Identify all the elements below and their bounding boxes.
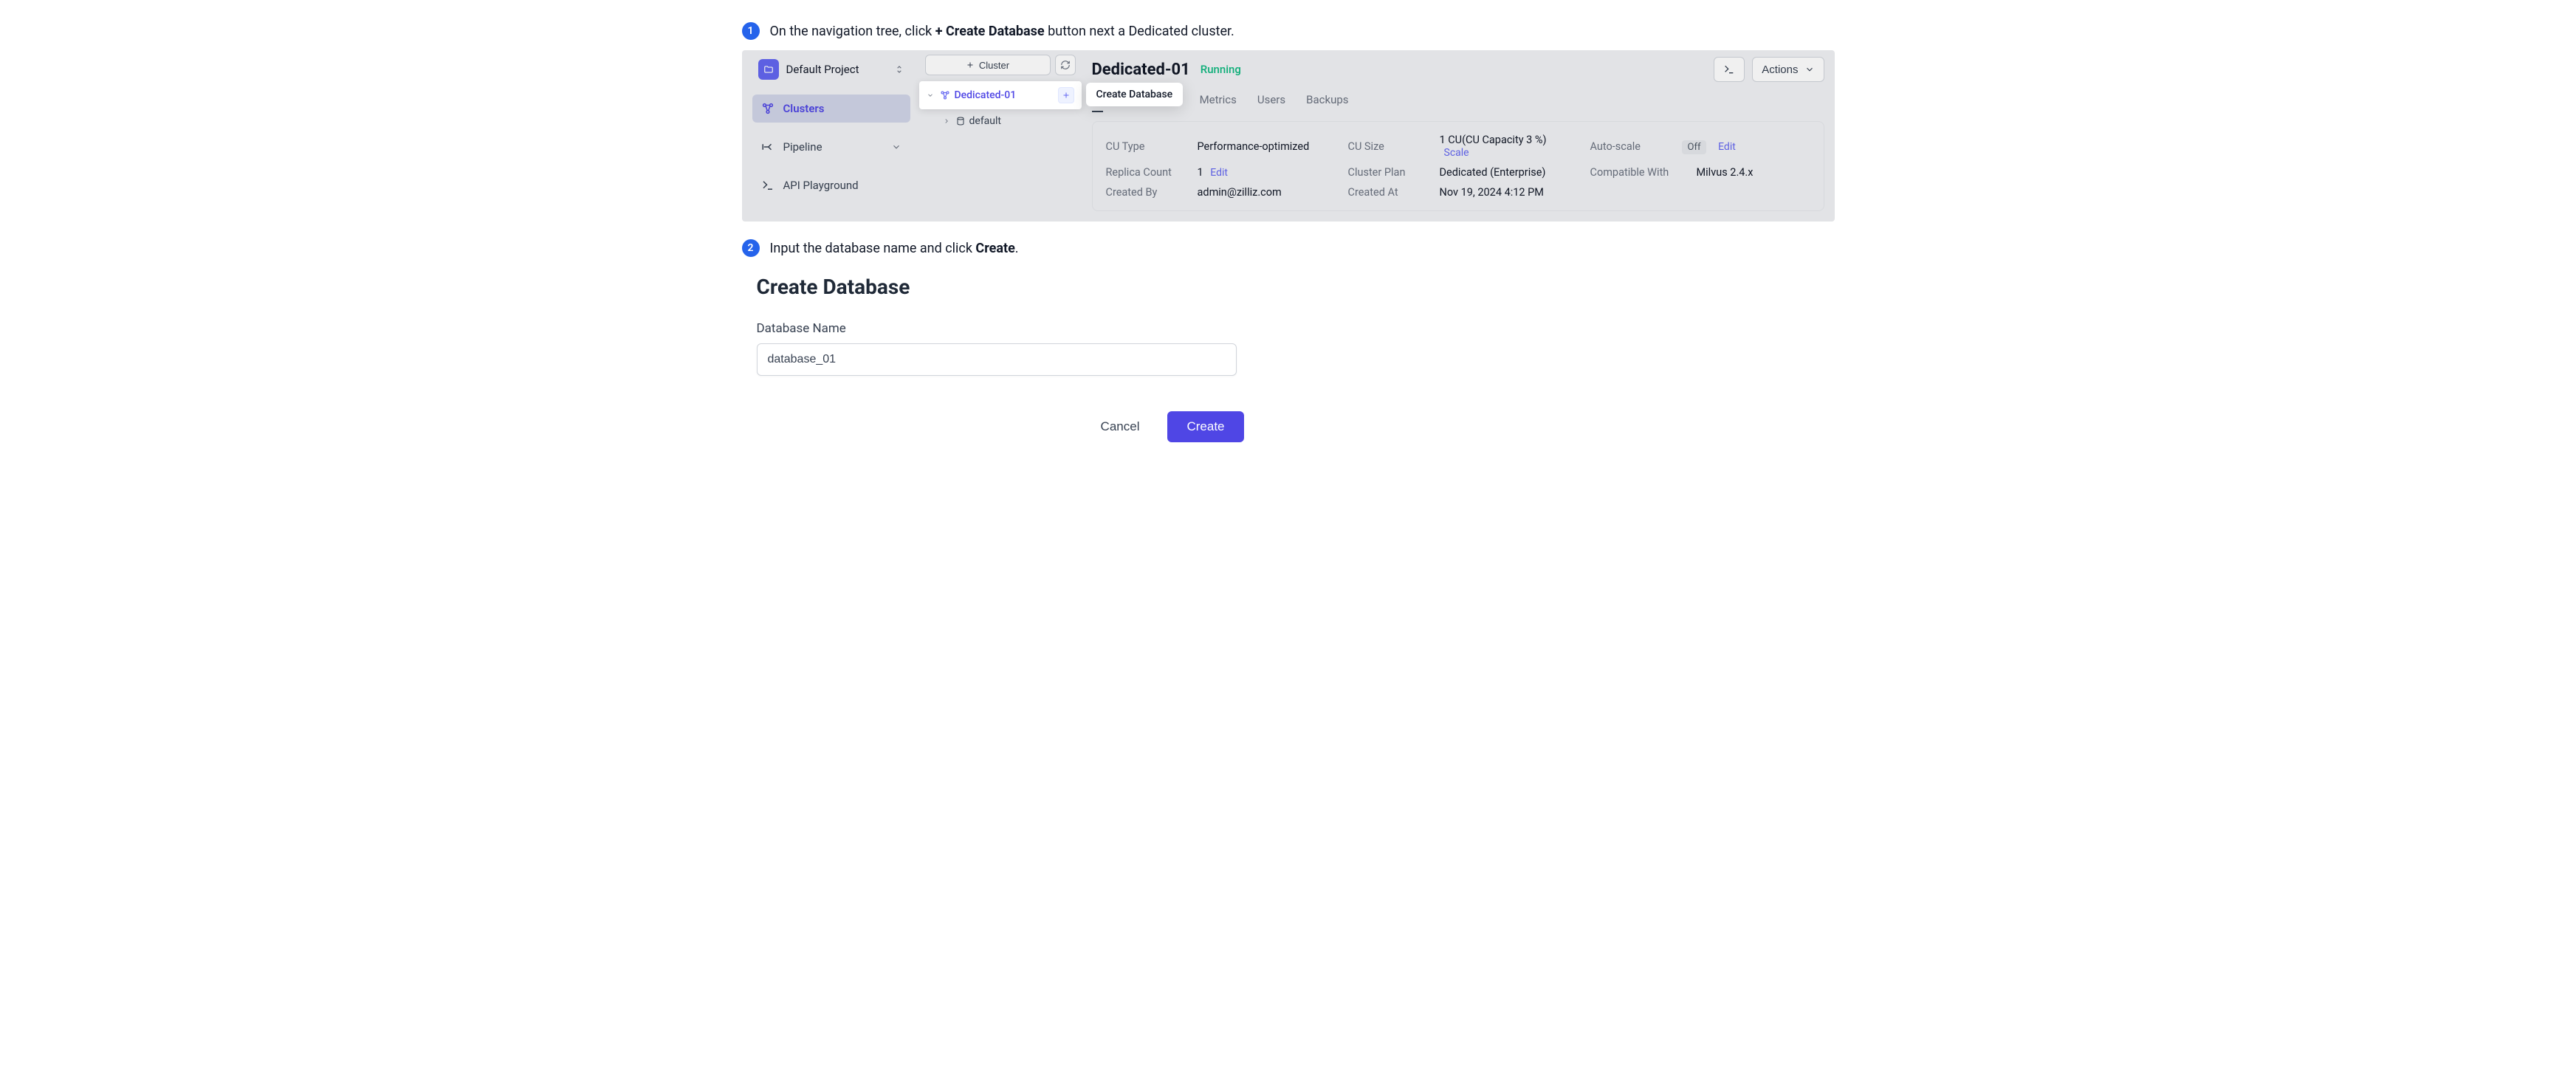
auto-scale-badge: Off — [1682, 140, 1707, 154]
chevron-down-icon — [891, 142, 901, 152]
step-1-row: 1 On the navigation tree, click + Create… — [720, 22, 1857, 40]
step-2-row: 2 Input the database name and click Crea… — [720, 239, 1857, 257]
terminal-icon — [1723, 63, 1735, 75]
step-1-bold: + Create Database — [935, 24, 1045, 39]
value-plan: Dedicated (Enterprise) — [1440, 166, 1546, 179]
terminal-button[interactable] — [1714, 57, 1745, 82]
project-selector[interactable]: Default Project — [752, 55, 910, 84]
info-cu-size: CU Size 1 CU(CU Capacity 3 %) Scale — [1348, 134, 1568, 159]
caret-right-icon — [943, 117, 952, 125]
step-2-pre: Input the database name and click — [770, 241, 976, 256]
status-badge: Running — [1201, 63, 1241, 76]
app-screenshot: Default Project Clusters — [742, 50, 1835, 222]
tab-users[interactable]: Users — [1257, 93, 1285, 112]
info-replica: Replica Count 1 Edit — [1106, 166, 1326, 179]
tabs: ils Collections Metrics Users Backups — [1092, 86, 1824, 121]
info-cu-type: CU Type Performance-optimized — [1106, 134, 1326, 159]
value-auto-scale: Off Edit — [1682, 140, 1736, 153]
tab-metrics[interactable]: Metrics — [1200, 93, 1237, 112]
label-compat: Compatible With — [1590, 166, 1686, 179]
value-compat: Milvus 2.4.x — [1697, 166, 1754, 179]
step-1-post: button next a Dedicated cluster. — [1045, 24, 1234, 39]
project-label: Default Project — [786, 63, 887, 76]
tree-db-label: default — [969, 115, 1002, 127]
value-created-at: Nov 19, 2024 4:12 PM — [1440, 186, 1544, 199]
create-database-tooltip: Create Database — [1086, 83, 1184, 106]
folder-icon — [758, 59, 779, 80]
label-cu-type: CU Type — [1106, 140, 1187, 153]
refresh-button[interactable] — [1055, 55, 1076, 75]
pipeline-icon — [761, 140, 774, 154]
label-cu-size: CU Size — [1348, 140, 1429, 153]
step-2-bold: Create — [975, 241, 1014, 256]
create-database-dialog: Create Database Database Name Cancel Cre… — [720, 267, 1281, 442]
tree-cluster-label: Dedicated-01 — [955, 89, 1017, 101]
step-badge-1: 1 — [742, 22, 760, 40]
clusters-icon — [761, 102, 774, 115]
scale-link[interactable]: Scale — [1444, 147, 1469, 159]
database-icon — [956, 117, 965, 126]
step-badge-2: 2 — [742, 239, 760, 257]
tree-column: Cluster — [919, 50, 1082, 222]
cluster-icon — [940, 90, 950, 100]
refresh-icon — [1060, 60, 1071, 70]
info-plan: Cluster Plan Dedicated (Enterprise) — [1348, 166, 1568, 179]
auto-scale-edit-link[interactable]: Edit — [1718, 141, 1736, 153]
value-cu-size-text: 1 CU(CU Capacity 3 %) — [1440, 134, 1547, 146]
value-replica-text: 1 — [1198, 166, 1203, 179]
tree-db-row[interactable]: default — [919, 109, 1082, 133]
info-auto-scale: Auto-scale Off Edit — [1590, 134, 1810, 159]
add-cluster-label: Cluster — [979, 60, 1009, 71]
info-created-by: Created By admin@zilliz.com — [1106, 186, 1326, 199]
sidebar: Default Project Clusters — [742, 50, 919, 222]
database-name-input[interactable] — [757, 343, 1237, 376]
value-replica: 1 Edit — [1198, 166, 1228, 179]
step-1-text: On the navigation tree, click + Create D… — [770, 24, 1234, 39]
details-card: CU Type Performance-optimized CU Size 1 … — [1092, 121, 1824, 211]
cluster-title: Dedicated-01 — [1092, 61, 1190, 79]
value-cu-type: Performance-optimized — [1198, 140, 1310, 153]
terminal-icon — [761, 179, 774, 192]
add-cluster-button[interactable]: Cluster — [925, 55, 1051, 75]
plus-icon — [1062, 91, 1071, 100]
plus-icon — [966, 61, 975, 69]
create-button[interactable]: Create — [1167, 411, 1243, 442]
tree-cluster-row[interactable]: Dedicated-01 Create Database — [919, 81, 1082, 109]
sidebar-item-api-playground[interactable]: API Playground — [752, 171, 910, 199]
value-created-by: admin@zilliz.com — [1198, 186, 1282, 199]
dialog-title: Create Database — [757, 275, 1244, 299]
sidebar-clusters-label: Clusters — [783, 102, 825, 115]
info-compat: Compatible With Milvus 2.4.x — [1590, 166, 1810, 179]
label-auto-scale: Auto-scale — [1590, 140, 1672, 153]
step-2-text: Input the database name and click Create… — [770, 241, 1019, 256]
caret-down-icon — [927, 92, 935, 99]
label-created-at: Created At — [1348, 186, 1429, 199]
database-name-label: Database Name — [757, 321, 1244, 336]
value-cu-size: 1 CU(CU Capacity 3 %) Scale — [1440, 134, 1568, 159]
sort-icon — [894, 64, 904, 75]
create-database-plus-button[interactable] — [1058, 87, 1074, 103]
label-created-by: Created By — [1106, 186, 1187, 199]
tab-backups[interactable]: Backups — [1306, 93, 1348, 112]
replica-edit-link[interactable]: Edit — [1210, 167, 1228, 179]
sidebar-api-label: API Playground — [783, 179, 859, 192]
actions-button[interactable]: Actions — [1752, 57, 1824, 82]
sidebar-item-pipeline[interactable]: Pipeline — [752, 133, 910, 161]
step-2-post: . — [1015, 241, 1019, 256]
chevron-down-icon — [1804, 64, 1815, 75]
sidebar-item-clusters[interactable]: Clusters — [752, 95, 910, 123]
label-replica: Replica Count — [1106, 166, 1187, 179]
label-plan: Cluster Plan — [1348, 166, 1429, 179]
main-panel: Dedicated-01 Running Actions — [1082, 50, 1835, 222]
actions-label: Actions — [1762, 63, 1798, 76]
step-1-pre: On the navigation tree, click — [770, 24, 935, 39]
info-created-at: Created At Nov 19, 2024 4:12 PM — [1348, 186, 1568, 199]
sidebar-pipeline-label: Pipeline — [783, 140, 822, 154]
cancel-button[interactable]: Cancel — [1092, 411, 1149, 442]
